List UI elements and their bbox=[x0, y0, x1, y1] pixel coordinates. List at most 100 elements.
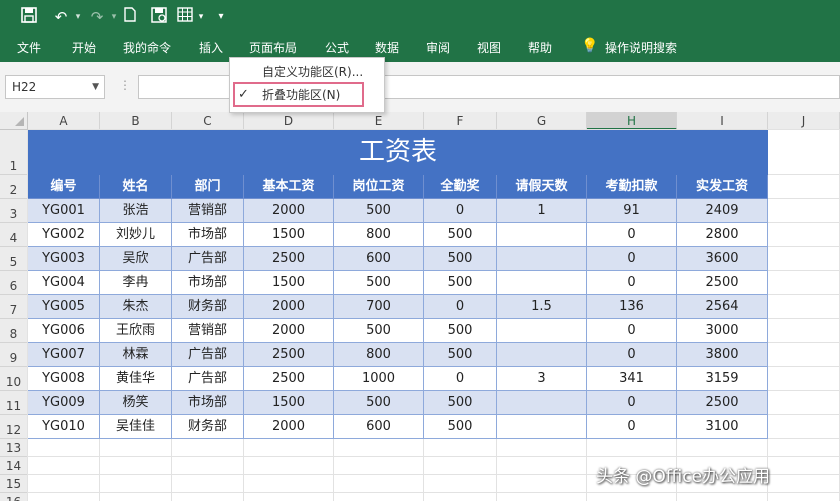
header-cell[interactable]: 姓名 bbox=[100, 175, 172, 199]
data-cell[interactable]: 600 bbox=[334, 247, 424, 271]
row-header-16[interactable]: 16 bbox=[0, 493, 28, 501]
data-cell[interactable]: 2564 bbox=[677, 295, 768, 319]
data-cell[interactable]: 3159 bbox=[677, 367, 768, 391]
sheet-title[interactable]: 工资表 bbox=[28, 130, 768, 175]
data-cell[interactable]: 0 bbox=[587, 271, 677, 295]
data-cell[interactable]: 市场部 bbox=[172, 223, 244, 247]
data-cell[interactable]: 广告部 bbox=[172, 247, 244, 271]
data-cell[interactable]: YG006 bbox=[28, 319, 100, 343]
name-box-dropdown-icon[interactable]: ▼ bbox=[92, 76, 99, 98]
data-cell[interactable]: 2500 bbox=[677, 271, 768, 295]
data-cell[interactable]: YG008 bbox=[28, 367, 100, 391]
data-cell[interactable]: 1000 bbox=[334, 367, 424, 391]
data-cell[interactable]: 2000 bbox=[244, 199, 334, 223]
data-cell[interactable]: 500 bbox=[424, 271, 497, 295]
menu-item-collapse-ribbon[interactable]: 折叠功能区(N) bbox=[262, 86, 340, 104]
tab-insert[interactable]: 插入 bbox=[199, 39, 223, 57]
data-cell[interactable]: 2500 bbox=[244, 343, 334, 367]
tab-data[interactable]: 数据 bbox=[375, 39, 399, 57]
column-header-g[interactable]: G bbox=[497, 112, 587, 130]
row-header-3[interactable]: 3 bbox=[0, 199, 28, 223]
row-header-9[interactable]: 9 bbox=[0, 343, 28, 367]
row-header-15[interactable]: 15 bbox=[0, 475, 28, 493]
tab-view[interactable]: 视图 bbox=[477, 39, 501, 57]
save-icon[interactable] bbox=[18, 7, 40, 28]
header-cell[interactable]: 请假天数 bbox=[497, 175, 587, 199]
data-cell[interactable]: 2500 bbox=[244, 247, 334, 271]
data-cell[interactable]: 财务部 bbox=[172, 415, 244, 439]
row-header-8[interactable]: 8 bbox=[0, 319, 28, 343]
row-header-2[interactable]: 2 bbox=[0, 175, 28, 199]
redo-dropdown-icon[interactable]: ▾ bbox=[108, 7, 120, 27]
column-header-h[interactable]: H bbox=[587, 112, 677, 130]
table-icon[interactable] bbox=[174, 7, 196, 27]
data-cell[interactable]: YG005 bbox=[28, 295, 100, 319]
row-header-10[interactable]: 10 bbox=[0, 367, 28, 391]
column-header-c[interactable]: C bbox=[172, 112, 244, 130]
tell-me-search[interactable]: 操作说明搜索 bbox=[605, 39, 677, 57]
data-cell[interactable] bbox=[497, 271, 587, 295]
column-header-b[interactable]: B bbox=[100, 112, 172, 130]
tab-review[interactable]: 审阅 bbox=[426, 39, 450, 57]
row-header-4[interactable]: 4 bbox=[0, 223, 28, 247]
tab-page-layout[interactable]: 页面布局 bbox=[249, 39, 297, 57]
data-cell[interactable]: 市场部 bbox=[172, 271, 244, 295]
header-cell[interactable]: 部门 bbox=[172, 175, 244, 199]
data-cell[interactable]: 黄佳华 bbox=[100, 367, 172, 391]
data-cell[interactable]: YG001 bbox=[28, 199, 100, 223]
data-cell[interactable]: 500 bbox=[424, 223, 497, 247]
data-cell[interactable]: 1 bbox=[497, 199, 587, 223]
column-header-e[interactable]: E bbox=[334, 112, 424, 130]
data-cell[interactable]: 市场部 bbox=[172, 391, 244, 415]
data-cell[interactable]: 2000 bbox=[244, 295, 334, 319]
data-cell[interactable]: 3100 bbox=[677, 415, 768, 439]
tab-help[interactable]: 帮助 bbox=[528, 39, 552, 57]
data-cell[interactable]: YG003 bbox=[28, 247, 100, 271]
data-cell[interactable]: 0 bbox=[587, 343, 677, 367]
data-cell[interactable]: 0 bbox=[424, 199, 497, 223]
data-cell[interactable]: 2409 bbox=[677, 199, 768, 223]
data-cell[interactable]: 广告部 bbox=[172, 343, 244, 367]
data-cell[interactable]: 500 bbox=[424, 319, 497, 343]
data-cell[interactable]: 500 bbox=[334, 319, 424, 343]
data-cell[interactable]: 0 bbox=[587, 391, 677, 415]
data-cell[interactable]: 500 bbox=[424, 415, 497, 439]
name-box[interactable]: H22 ▼ bbox=[5, 75, 105, 99]
data-cell[interactable]: 500 bbox=[334, 199, 424, 223]
data-cell[interactable]: 500 bbox=[424, 391, 497, 415]
column-header-i[interactable]: I bbox=[677, 112, 768, 130]
column-header-j[interactable]: J bbox=[768, 112, 840, 130]
data-cell[interactable]: 2500 bbox=[244, 367, 334, 391]
data-cell[interactable]: 0 bbox=[587, 415, 677, 439]
data-cell[interactable]: 杨笑 bbox=[100, 391, 172, 415]
redo-icon[interactable]: ↷ bbox=[86, 7, 108, 27]
data-cell[interactable]: 吴欣 bbox=[100, 247, 172, 271]
data-cell[interactable]: YG004 bbox=[28, 271, 100, 295]
data-cell[interactable] bbox=[497, 319, 587, 343]
tab-formulas[interactable]: 公式 bbox=[325, 39, 349, 57]
data-cell[interactable]: 800 bbox=[334, 343, 424, 367]
data-cell[interactable]: 2800 bbox=[677, 223, 768, 247]
data-cell[interactable]: 500 bbox=[424, 343, 497, 367]
row-header-13[interactable]: 13 bbox=[0, 439, 28, 457]
data-cell[interactable]: 3000 bbox=[677, 319, 768, 343]
data-cell[interactable]: 1500 bbox=[244, 391, 334, 415]
data-cell[interactable]: YG002 bbox=[28, 223, 100, 247]
data-cell[interactable]: 营销部 bbox=[172, 199, 244, 223]
data-cell[interactable]: 1500 bbox=[244, 223, 334, 247]
data-cell[interactable]: 0 bbox=[587, 223, 677, 247]
data-cell[interactable] bbox=[497, 247, 587, 271]
data-cell[interactable]: 500 bbox=[334, 391, 424, 415]
data-cell[interactable]: 600 bbox=[334, 415, 424, 439]
header-cell[interactable]: 全勤奖 bbox=[424, 175, 497, 199]
data-cell[interactable]: 0 bbox=[424, 367, 497, 391]
data-cell[interactable]: 341 bbox=[587, 367, 677, 391]
data-cell[interactable]: 3600 bbox=[677, 247, 768, 271]
worksheet-grid[interactable]: ABCDEFGHIJ 12345678910111213141516 工资表 编… bbox=[0, 112, 840, 501]
customize-qat-icon[interactable]: ▾ bbox=[214, 7, 228, 27]
row-header-6[interactable]: 6 bbox=[0, 271, 28, 295]
data-cell[interactable]: 800 bbox=[334, 223, 424, 247]
data-cell[interactable]: 700 bbox=[334, 295, 424, 319]
print-preview-icon[interactable] bbox=[148, 7, 170, 28]
data-cell[interactable]: 91 bbox=[587, 199, 677, 223]
